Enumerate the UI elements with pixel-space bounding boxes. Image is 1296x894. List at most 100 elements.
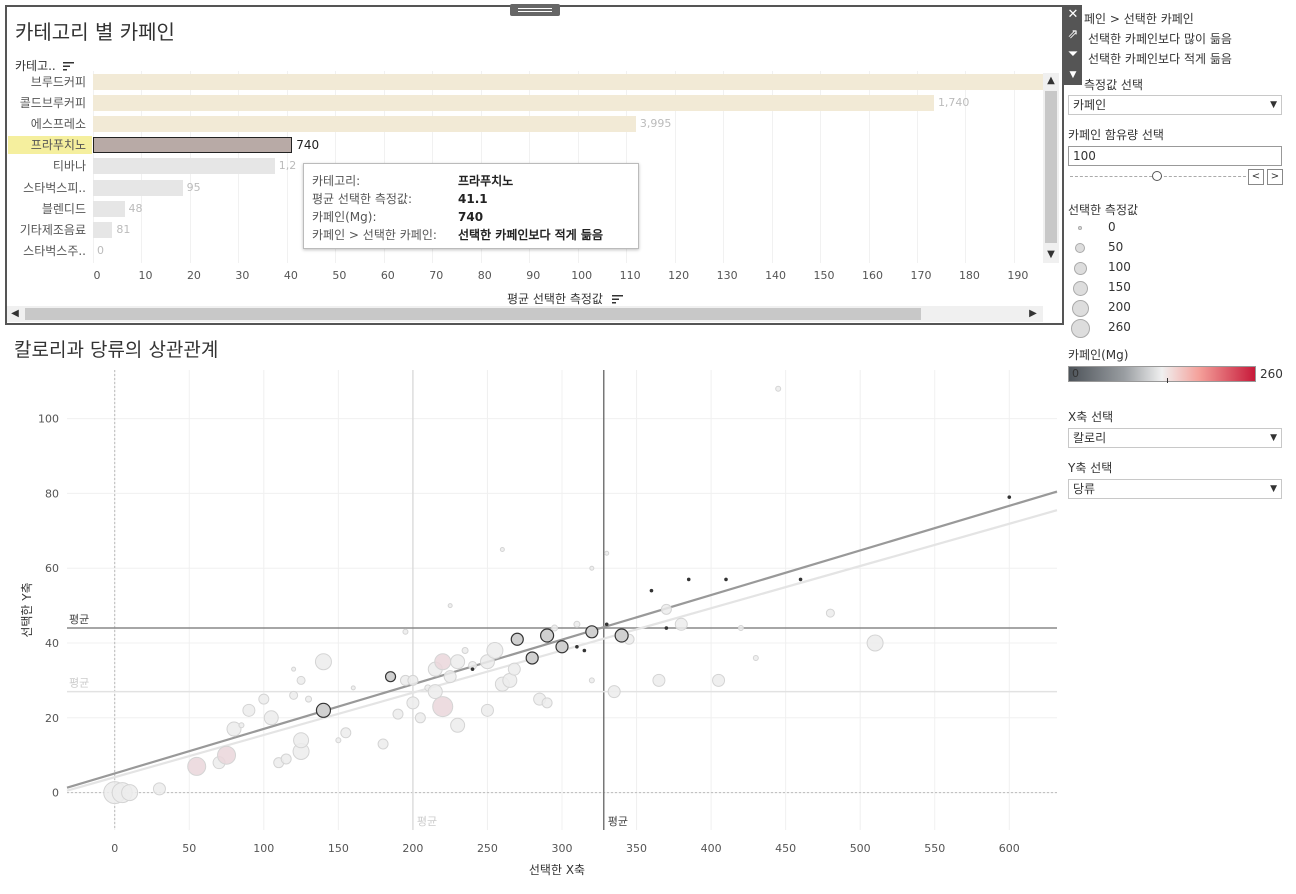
x-axis-title[interactable]: 평균 선택한 측정값: [507, 290, 623, 307]
scatter-point[interactable]: [406, 696, 420, 710]
scatter-point[interactable]: [121, 784, 139, 802]
scatter-point-selected[interactable]: [798, 577, 803, 582]
y-axis-select[interactable]: 당류 ▼: [1068, 479, 1282, 499]
scatter-point[interactable]: [258, 693, 270, 705]
scatter-point[interactable]: [499, 547, 505, 553]
scatter-point[interactable]: [752, 654, 759, 661]
scatter-point[interactable]: [588, 677, 595, 684]
scatter-point[interactable]: [589, 565, 595, 571]
worksheet-toolbar[interactable]: ✕ ⇗ ⏷ ▼: [1064, 5, 1082, 85]
scatter-point[interactable]: [712, 673, 726, 687]
scatter-point[interactable]: [604, 550, 610, 556]
scatter-point-selected[interactable]: [1007, 495, 1012, 499]
scatter-point-selected[interactable]: [582, 648, 587, 653]
scatter-point[interactable]: [551, 624, 559, 632]
scatter-point[interactable]: [291, 666, 297, 672]
scatter-point[interactable]: [340, 727, 352, 739]
scatter-point[interactable]: [480, 703, 494, 717]
scatter-point[interactable]: [737, 625, 744, 632]
scatter-point[interactable]: [293, 732, 310, 749]
size-legend-label: 100: [1108, 260, 1131, 274]
scatter-point-selected[interactable]: [664, 626, 669, 630]
scatter-point[interactable]: [450, 717, 466, 733]
scatter-point[interactable]: [432, 696, 454, 718]
scatter-point[interactable]: [296, 675, 306, 685]
scatter-point[interactable]: [414, 712, 426, 724]
close-icon[interactable]: ✕: [1064, 5, 1082, 25]
calorie-sugar-scatter-chart[interactable]: 0 50 100 150 200 250 300 350 400 450 500 550 600 0 20 4…: [0, 360, 1062, 890]
scatter-point-selected[interactable]: [686, 577, 691, 582]
scatter-point-selected[interactable]: [575, 644, 579, 649]
scatter-point[interactable]: [486, 641, 504, 659]
caffeine-input[interactable]: 100: [1068, 146, 1282, 166]
scatter-point[interactable]: [377, 738, 389, 750]
caffeine-slider-thumb[interactable]: [1152, 171, 1162, 181]
scatter-point[interactable]: [238, 722, 245, 729]
scatter-point[interactable]: [280, 753, 292, 765]
measure-select[interactable]: 카페인 ▼: [1068, 95, 1282, 115]
scatter-point[interactable]: [450, 654, 466, 670]
scatter-point[interactable]: [263, 710, 279, 726]
x-axis-select[interactable]: 칼로리 ▼: [1068, 428, 1282, 448]
scatter-point[interactable]: [866, 634, 884, 652]
scatter-point[interactable]: [443, 670, 457, 684]
horizontal-scrollbar[interactable]: ◀ ▶: [7, 306, 1043, 322]
scatter-point[interactable]: [573, 620, 581, 628]
scatter-point[interactable]: [447, 603, 453, 609]
scatter-point[interactable]: [607, 685, 621, 699]
scroll-up-icon[interactable]: ▲: [1043, 73, 1059, 89]
scatter-point[interactable]: [242, 703, 256, 717]
scatter-point-selected[interactable]: [384, 671, 397, 683]
scatter-point[interactable]: [674, 617, 688, 631]
scatter-point[interactable]: [775, 385, 782, 392]
scatter-point[interactable]: [652, 673, 666, 687]
scatter-point-selected[interactable]: [470, 667, 475, 671]
vertical-scrollbar[interactable]: ▲ ▼: [1043, 73, 1059, 263]
scatter-point[interactable]: [392, 708, 404, 720]
scatter-point[interactable]: [335, 737, 342, 744]
share-icon[interactable]: ⇗: [1064, 25, 1082, 45]
scatter-point[interactable]: [461, 646, 469, 654]
scatter-point[interactable]: [825, 608, 835, 618]
scatter-point-selected[interactable]: [724, 577, 728, 582]
scatter-point-selected[interactable]: [525, 651, 539, 665]
size-legend-label: 200: [1108, 300, 1131, 314]
x-tick-label: 400: [701, 842, 722, 855]
scatter-point[interactable]: [402, 628, 409, 635]
slider-increment-button[interactable]: >: [1267, 169, 1283, 185]
sort-icon[interactable]: [611, 295, 623, 304]
scatter-point[interactable]: [152, 782, 166, 796]
scatter-point[interactable]: [314, 653, 332, 671]
scroll-left-icon[interactable]: ◀: [7, 306, 23, 322]
category-caffeine-chart-panel[interactable]: 카테고리 별 카페인 카테고.. 브루드커피 콜드브루커피 에스프레소 프라푸치노 티바…: [5, 4, 1064, 325]
scatter-point[interactable]: [350, 685, 356, 691]
menu-icon[interactable]: ▼: [1064, 65, 1082, 85]
scatter-point-selected[interactable]: [315, 702, 332, 718]
scatter-point-selected[interactable]: [585, 625, 599, 639]
horizontal-scroll-thumb[interactable]: [25, 308, 921, 320]
scatter-point[interactable]: [305, 695, 313, 703]
scatter-point[interactable]: [187, 756, 207, 776]
vertical-scroll-thumb[interactable]: [1045, 91, 1057, 243]
scatter-point[interactable]: [541, 697, 553, 709]
legend-item-less[interactable]: 선택한 카페인보다 적게 듦음: [1088, 50, 1232, 67]
scatter-point-selected[interactable]: [555, 640, 569, 654]
slider-decrement-button[interactable]: <: [1248, 169, 1264, 185]
filter-icon[interactable]: ⏷: [1064, 45, 1082, 65]
scatter-point-selected[interactable]: [614, 628, 629, 643]
scatter-point[interactable]: [289, 690, 299, 700]
scatter-point[interactable]: [407, 674, 419, 686]
scatter-point[interactable]: [217, 745, 237, 765]
scroll-right-icon[interactable]: ▶: [1025, 306, 1041, 322]
scatter-point-selected[interactable]: [649, 588, 654, 593]
caffeine-input-value: 100: [1073, 149, 1096, 163]
scatter-point[interactable]: [507, 662, 521, 676]
scroll-down-icon[interactable]: ▼: [1043, 247, 1059, 263]
scatter-point[interactable]: [434, 653, 452, 671]
legend-item-more[interactable]: 선택한 카페인보다 많이 듦음: [1088, 30, 1232, 47]
scatter-point[interactable]: [660, 603, 672, 615]
scatter-point-selected[interactable]: [539, 628, 555, 643]
x-axis-title: 선택한 X축: [529, 863, 585, 877]
scatter-point-selected[interactable]: [510, 632, 524, 646]
scatter-point-selected[interactable]: [604, 622, 609, 627]
